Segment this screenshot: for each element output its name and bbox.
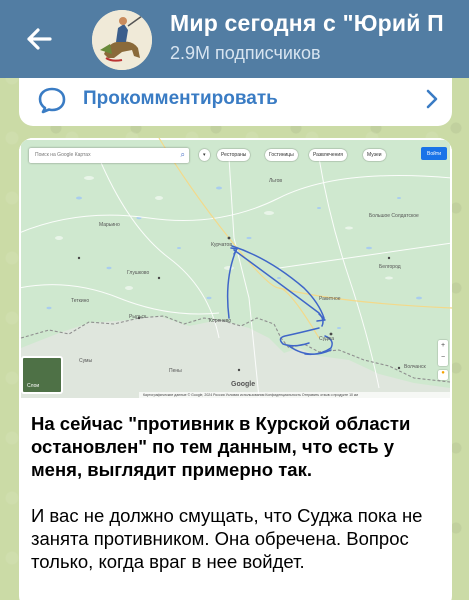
chip-label: Рестораны (221, 152, 247, 158)
map-image[interactable]: Поиск на Google Картах ⌕ ▾ Рестораны Гос… (19, 138, 452, 400)
subscriber-count: 2.9M подписчиков (170, 43, 321, 63)
post-text: На сейчас "противник в Курской области о… (31, 412, 441, 573)
map-place-label: Ракитное (319, 296, 341, 302)
map-place-label: Рыльск (129, 314, 147, 320)
map-place-label: Теткино (71, 298, 90, 304)
map-chip-hotels[interactable]: Гостиницы (265, 149, 298, 161)
horseman-emblem-icon (92, 10, 152, 70)
channel-avatar[interactable] (92, 10, 152, 70)
search-icon: ⌕ (180, 150, 185, 159)
layers-label: Слои (27, 383, 40, 389)
map-place-label: Суджа (319, 336, 334, 342)
map-place-label: Курчатов (211, 242, 232, 248)
map-place-label: Коренево (209, 318, 232, 324)
chip-label: Музеи (367, 152, 382, 158)
google-logo: Google (231, 381, 256, 388)
map-footer: Картографические данные © Google, 2024 Р… (139, 392, 452, 399)
speech-bubble-icon (38, 87, 66, 114)
map-place-label: Пены (169, 368, 182, 374)
chevron-right-icon (426, 89, 438, 109)
channel-title[interactable]: Мир сегодня с "Юрий П (170, 10, 469, 37)
chip-label: Развлечения (313, 152, 343, 158)
map-place-label: Сумы (79, 358, 93, 364)
map-zoom-control[interactable]: + − (438, 340, 448, 366)
map-place-label: Белгород (379, 264, 401, 270)
map-signin-button[interactable]: Войти (421, 147, 447, 160)
channel-header: Мир сегодня с "Юрий П 2.9M подписчиков (0, 0, 469, 78)
chip-label: Гостиницы (269, 152, 294, 158)
map-chip-entertainment[interactable]: Развлечения (309, 149, 347, 161)
map-search-input[interactable]: Поиск на Google Картах ⌕ (29, 148, 189, 163)
comment-label: Прокомментировать (83, 88, 278, 109)
map-place-label: Льгов (269, 178, 283, 184)
chevron-down-icon: ▾ (203, 152, 206, 158)
map-chip-museums[interactable]: Музеи (363, 149, 386, 161)
map-place-label: Волчанск (404, 364, 426, 370)
comment-bar[interactable]: Прокомментировать (19, 74, 452, 126)
map-place-label: Большое Солдатское (369, 213, 419, 219)
map-search-placeholder: Поиск на Google Картах (35, 152, 91, 158)
map-layers-button[interactable]: Слои (21, 356, 63, 394)
post-card: Поиск на Google Картах ⌕ ▾ Рестораны Гос… (19, 138, 452, 600)
map-place-label: Глушково (127, 270, 150, 276)
map-place-label: Марьино (99, 222, 120, 228)
map-chip-restaurants[interactable]: Рестораны (217, 149, 251, 161)
post-paragraph-2: И вас не должно смущать, что Суджа пока … (31, 505, 423, 572)
post-paragraph-1: На сейчас "противник в Курской области о… (31, 413, 411, 480)
map-chip-collapse[interactable]: ▾ (199, 149, 210, 161)
arrow-left-icon[interactable] (22, 22, 56, 56)
pegman-icon[interactable]: ● (438, 370, 448, 380)
